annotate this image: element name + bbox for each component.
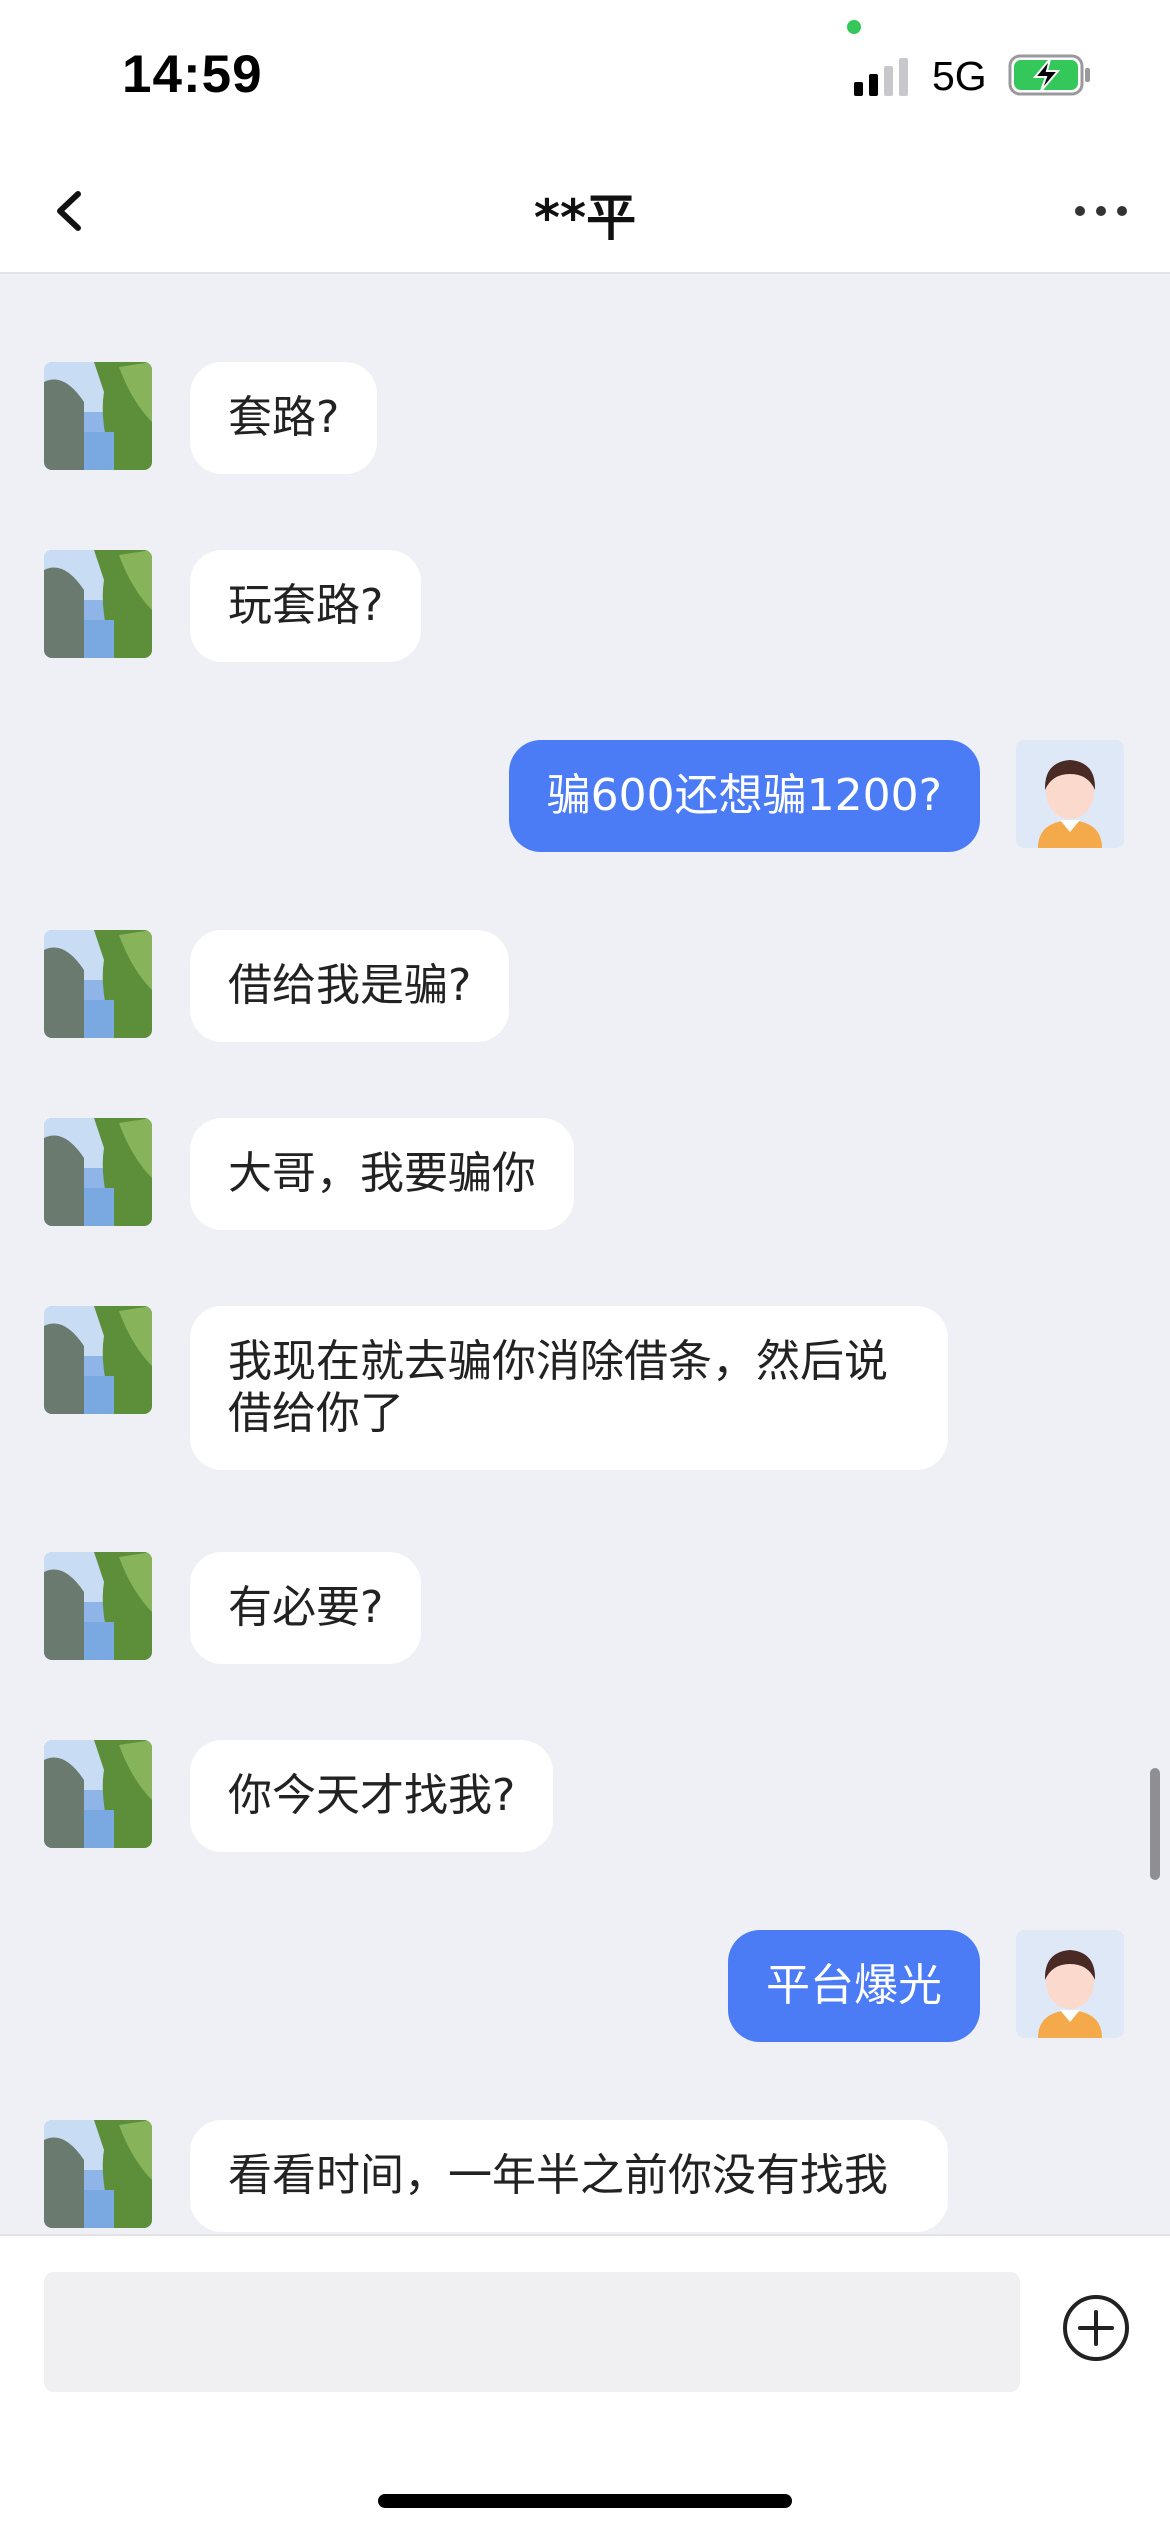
battery-charging-icon	[1008, 54, 1090, 96]
user-avatar[interactable]	[1016, 740, 1124, 848]
privacy-indicator-dot	[847, 20, 861, 34]
cellular-signal-icon	[854, 58, 908, 96]
message-bubble-incoming[interactable]: 玩套路?	[190, 550, 422, 662]
contact-avatar[interactable]	[44, 362, 152, 470]
message-bubble-incoming[interactable]: 借给我是骗?	[190, 930, 510, 1042]
message-bubble-incoming[interactable]: 大哥，我要骗你	[190, 1118, 574, 1230]
contact-avatar[interactable]	[44, 1306, 152, 1414]
contact-avatar[interactable]	[44, 1740, 152, 1848]
chat-title: **平	[533, 189, 637, 247]
message-bubble-incoming[interactable]: 我现在就去骗你消除借条，然后说借给你了	[190, 1306, 948, 1470]
message-bubble-outgoing[interactable]: 骗600还想骗1200?	[508, 740, 980, 852]
status-time: 14:59	[122, 45, 263, 104]
message-input[interactable]	[44, 2272, 1020, 2392]
message-bubble-outgoing[interactable]: 平台爆光	[728, 1930, 980, 2042]
scroll-indicator[interactable]	[1150, 1768, 1160, 1880]
contact-avatar[interactable]	[44, 1552, 152, 1660]
message-bubble-incoming[interactable]: 套路?	[190, 362, 378, 474]
message-list[interactable]: 套路? 玩套路? 骗600还想骗1200? 借给我是骗? 大哥，我要骗你 我现在…	[0, 272, 1170, 2234]
more-horizontal-icon[interactable]	[1066, 176, 1136, 246]
contact-avatar[interactable]	[44, 1118, 152, 1226]
message-bubble-incoming[interactable]: 你今天才找我?	[190, 1740, 554, 1852]
message-bubble-incoming[interactable]: 有必要?	[190, 1552, 422, 1664]
network-type: 5G	[932, 53, 987, 99]
navigation-bar: **平	[0, 150, 1170, 274]
user-avatar[interactable]	[1016, 1930, 1124, 2038]
contact-avatar[interactable]	[44, 930, 152, 1038]
chat-screen: 14:59 5G **平 套路? 玩套路? 骗600还想骗1200? 借给我是骗…	[0, 0, 1170, 2532]
contact-avatar[interactable]	[44, 550, 152, 658]
contact-avatar[interactable]	[44, 2120, 152, 2228]
plus-circle-icon[interactable]	[1060, 2292, 1132, 2364]
status-bar: 14:59 5G	[0, 0, 1170, 150]
home-indicator	[378, 2494, 792, 2508]
composer-bar	[0, 2234, 1170, 2532]
message-bubble-incoming[interactable]: 看看时间，一年半之前你没有找我	[190, 2120, 948, 2232]
